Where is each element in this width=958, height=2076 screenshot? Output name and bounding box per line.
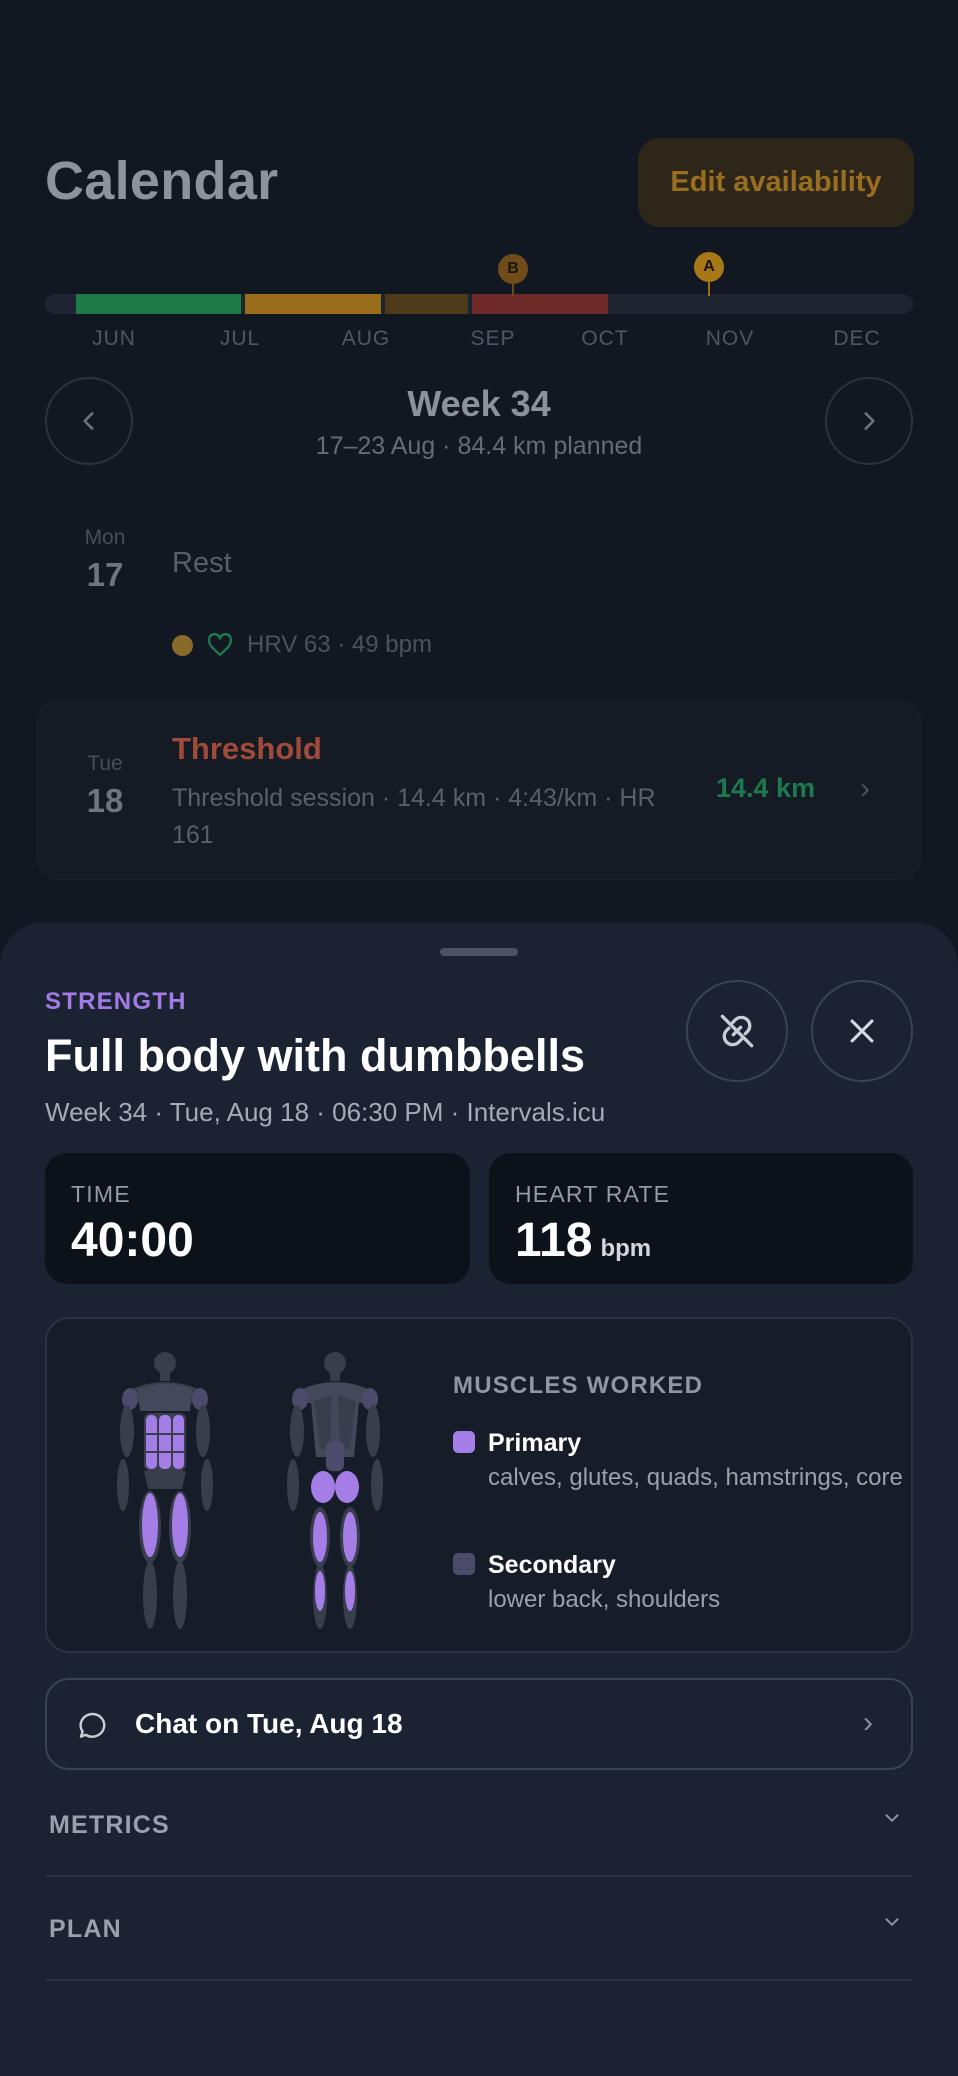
- plan-label: PLAN: [49, 1915, 122, 1943]
- month-label: NOV: [705, 327, 755, 350]
- calendar-screen: Calendar Edit availability B A JUN JUL A…: [0, 0, 958, 1000]
- edit-availability-button[interactable]: Edit availability: [638, 138, 914, 227]
- workout-title: Threshold: [172, 731, 322, 766]
- month-label: JUN: [92, 327, 136, 350]
- chevron-right-icon: ›: [863, 1706, 873, 1739]
- heart-rate-unit: bpm: [600, 1235, 652, 1262]
- rest-label: Rest: [172, 547, 232, 579]
- week-title: Week 34: [407, 383, 551, 424]
- heart-icon: [207, 633, 233, 656]
- day-number: 17: [86, 556, 124, 593]
- month-label: DEC: [833, 327, 881, 350]
- workout-description: Threshold session · 14.4 km · 4:43/km · …: [172, 784, 656, 849]
- month-label: SEP: [470, 327, 516, 350]
- day-of-week: Tue: [87, 752, 123, 775]
- week-subtitle: 17–23 Aug · 84.4 km planned: [315, 432, 643, 460]
- timeline-segment-jun: [76, 294, 241, 314]
- next-week-button[interactable]: [825, 377, 913, 465]
- chat-button[interactable]: Chat on Tue, Aug 18 ›: [45, 1678, 913, 1770]
- month-label: OCT: [581, 327, 629, 350]
- page-title: Calendar: [45, 151, 279, 211]
- secondary-muscles: lower back, shoulders: [488, 1586, 721, 1613]
- primary-label: Primary: [488, 1429, 582, 1457]
- activity-meta: Week 34 · Tue, Aug 18 · 06:30 PM · Inter…: [45, 1097, 606, 1127]
- unlink-icon: [720, 1014, 754, 1048]
- race-marker-a[interactable]: A: [694, 252, 724, 282]
- heart-rate-value: 118: [515, 1214, 593, 1267]
- time-value: 40:00: [71, 1214, 194, 1267]
- secondary-swatch: [453, 1553, 475, 1575]
- heart-rate-label: HEART RATE: [515, 1181, 671, 1207]
- time-label: TIME: [71, 1181, 131, 1207]
- plan-section-toggle[interactable]: PLAN: [45, 1877, 913, 1981]
- chevron-down-icon: [885, 1814, 899, 1822]
- day-mon: Mon 17: [65, 526, 145, 594]
- metrics-label: METRICS: [49, 1811, 170, 1839]
- primary-swatch: [453, 1431, 475, 1453]
- heart-rate-value-row: 118 bpm: [515, 1213, 651, 1268]
- timeline-segment-aug: [385, 294, 468, 314]
- month-label: AUG: [341, 327, 391, 350]
- chevron-right-icon: ›: [860, 772, 870, 805]
- close-icon: [850, 1019, 874, 1043]
- race-marker-b[interactable]: B: [498, 254, 528, 284]
- secondary-label: Secondary: [488, 1551, 616, 1579]
- timeline-segment-jul: [245, 294, 381, 314]
- workout-distance: 14.4 km: [716, 773, 816, 803]
- heart-rate-stat-card: HEART RATE 118 bpm: [489, 1153, 913, 1284]
- month-label: JUL: [219, 327, 261, 350]
- close-button[interactable]: [811, 980, 913, 1082]
- activity-title: Full body with dumbbells: [45, 1030, 585, 1081]
- day-tue: Tue 18: [65, 752, 145, 820]
- hrv-text: HRV 63 · 49 bpm: [247, 631, 432, 658]
- race-marker-stem: [512, 282, 514, 296]
- day-of-week: Mon: [84, 526, 126, 549]
- timeline-segment-sep: [472, 294, 608, 314]
- chat-bubble-icon: [79, 1712, 106, 1738]
- muscles-worked-title: MUSCLES WORKED: [453, 1372, 704, 1399]
- primary-muscles: calves, glutes, quads, hamstrings, core: [488, 1464, 903, 1491]
- activity-category: STRENGTH: [45, 988, 187, 1015]
- day-number: 18: [86, 782, 124, 819]
- body-back-figure: [287, 1352, 383, 1629]
- sheet-grabber[interactable]: [440, 948, 518, 956]
- race-marker-stem: [708, 282, 710, 296]
- chevron-down-icon: [885, 1918, 899, 1926]
- readiness-dot: [172, 634, 193, 656]
- hrv-row: HRV 63 · 49 bpm: [172, 630, 432, 660]
- chevron-right-icon: [864, 412, 875, 430]
- metrics-section-toggle[interactable]: METRICS: [45, 1773, 913, 1877]
- unlink-button[interactable]: [686, 980, 788, 1082]
- body-front-figure: [117, 1352, 213, 1629]
- time-stat-card: TIME 40:00: [45, 1153, 470, 1284]
- chat-label: Chat on Tue, Aug 18: [135, 1708, 403, 1739]
